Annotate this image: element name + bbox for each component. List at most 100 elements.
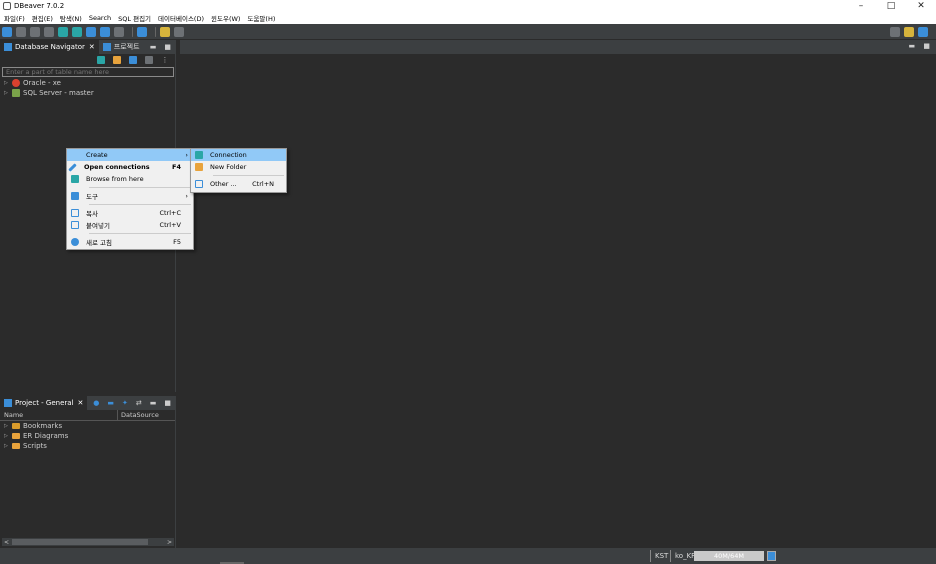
close-icon[interactable]: ✕ [89,43,95,51]
close-icon[interactable]: ✕ [78,399,84,407]
submenu-item-new-folder[interactable]: New Folder [191,161,286,173]
maximize-icon[interactable]: ■ [164,399,171,407]
transaction-log-icon[interactable] [100,26,110,37]
disconnect-icon[interactable] [30,26,40,37]
new-folder-icon[interactable] [113,56,121,64]
browse-icon [71,175,79,183]
menu-item-paste[interactable]: 붙여넣기 Ctrl+V [67,219,193,231]
brush-icon[interactable] [160,26,170,37]
menu-item-open-connections[interactable]: Open connections F4 [67,161,193,173]
project-panel: Project - General ✕ ● ▬ ✦ ⇄ ▬ ■ Name Dat… [0,396,176,548]
view-menu-icon[interactable]: ⋮ [161,56,169,64]
menu-navigate[interactable]: 탐색(N) [60,13,82,23]
expand-arrow-icon[interactable]: ▷ [4,423,12,429]
menu-bar: 파일(F) 편집(E) 탐색(N) Search SQL 편집기 데이터베이스(… [0,12,936,24]
perspective-icon[interactable] [904,27,914,37]
minimize-icon[interactable]: ▬ [150,43,157,51]
submenu-arrow-icon: › [185,192,188,200]
expand-arrow-icon[interactable]: ▷ [4,80,12,86]
tab-label: 프로젝트 [113,43,140,51]
create-submenu: Connection New Folder Other ... Ctrl+N [190,148,287,193]
minimize-button[interactable]: – [846,0,876,12]
column-name[interactable]: Name [0,409,118,421]
tree-item-scripts[interactable]: ▷ Scripts [0,441,175,451]
transaction-mode-icon[interactable] [86,26,96,37]
title-bar: DBeaver 7.0.2 – □ ✕ [0,0,936,12]
link-with-editor-icon[interactable] [145,56,153,64]
new-connection-icon[interactable] [97,56,105,64]
tree-item-sqlserver[interactable]: ▷ SQL Server - master [0,88,175,98]
scroll-left-icon[interactable]: < [4,539,9,546]
menu-help[interactable]: 도움말(H) [247,13,275,23]
connection-label: Oracle - xe [23,79,61,87]
create-icon [71,151,79,159]
tab-label: Database Navigator [15,43,85,51]
menu-sql-editor[interactable]: SQL 편집기 [118,13,151,23]
tab-database-navigator[interactable]: Database Navigator ✕ [0,40,99,54]
new-connection-icon[interactable] [2,26,12,37]
menu-item-copy[interactable]: 복사 Ctrl+C [67,207,193,219]
pending-transactions-icon[interactable] [114,26,124,37]
dbeaver-perspective-icon[interactable] [918,27,928,37]
maximize-button[interactable]: □ [876,0,906,12]
rollback-icon[interactable] [72,26,82,37]
column-datasource[interactable]: DataSource [118,411,159,419]
editor-controls: ▬ ■ [903,42,930,50]
close-window-button[interactable]: ✕ [906,0,936,12]
menu-item-browse-from-here[interactable]: Browse from here [67,173,193,185]
project-icon [4,399,12,407]
menu-separator [89,233,191,234]
minimize-icon[interactable]: ▬ [150,399,157,407]
menu-edit[interactable]: 편집(E) [32,13,53,23]
tree-item-oracle[interactable]: ▷ Oracle - xe [0,78,175,88]
add-icon[interactable]: ✦ [122,399,128,407]
bookmarks-folder-icon [12,423,20,429]
dbeaver-icon [3,2,11,10]
menu-item-shortcut: F4 [172,163,181,171]
menu-item-label: Open connections [84,163,150,171]
sqlserver-icon [12,89,20,97]
minimize-icon[interactable]: ▬ [909,42,916,50]
scroll-right-icon[interactable]: > [167,539,172,546]
collapse-all-icon[interactable]: ▬ [107,399,114,407]
memory-usage[interactable]: 40M/64M [694,551,764,561]
submenu-item-connection[interactable]: Connection [191,149,286,161]
tab-project-general[interactable]: Project - General ✕ [0,396,88,410]
menu-search[interactable]: Search [89,14,111,22]
tab-projects[interactable]: 프로젝트 [99,40,144,54]
link-icon[interactable]: ⇄ [136,399,142,407]
back-arrow-icon[interactable] [174,26,184,37]
commit-icon[interactable] [58,26,68,37]
invalidate-icon[interactable] [44,26,54,37]
toolbar-separator [155,26,156,37]
garbage-collect-icon[interactable] [767,551,776,561]
menu-item-shortcut: Ctrl+C [159,209,181,217]
scroll-thumb[interactable] [12,539,148,545]
maximize-icon[interactable]: ■ [923,42,930,50]
menu-item-shortcut: F5 [173,238,181,246]
expand-arrow-icon[interactable]: ▷ [4,90,12,96]
maximize-icon[interactable]: ■ [164,43,171,51]
menu-database[interactable]: 데이터베이스(D) [158,13,204,23]
filter-input[interactable] [6,68,173,76]
tree-item-er-diagrams[interactable]: ▷ ER Diagrams [0,431,175,441]
menu-window[interactable]: 윈도우(W) [211,13,240,23]
menu-item-tools[interactable]: 도구 › [67,190,193,202]
configure-icon[interactable]: ● [93,399,99,407]
menu-item-label: 붙여넣기 [86,222,110,230]
menu-file[interactable]: 파일(F) [4,13,25,23]
sql-editor-icon[interactable] [137,26,147,37]
collapse-all-icon[interactable] [129,56,137,64]
tree-item-bookmarks[interactable]: ▷ Bookmarks [0,421,175,431]
submenu-item-other[interactable]: Other ... Ctrl+N [191,178,286,190]
expand-arrow-icon[interactable]: ▷ [4,433,12,439]
menu-item-refresh[interactable]: 새로 고침 F5 [67,236,193,248]
toolbar-separator [132,26,133,37]
submenu-arrow-icon: › [185,151,188,159]
search-icon[interactable] [890,27,900,37]
horizontal-scrollbar[interactable]: < > [2,538,174,546]
menu-item-create[interactable]: Create › [67,149,193,161]
expand-arrow-icon[interactable]: ▷ [4,443,12,449]
connect-icon[interactable] [16,26,26,37]
table-filter[interactable] [2,67,174,77]
